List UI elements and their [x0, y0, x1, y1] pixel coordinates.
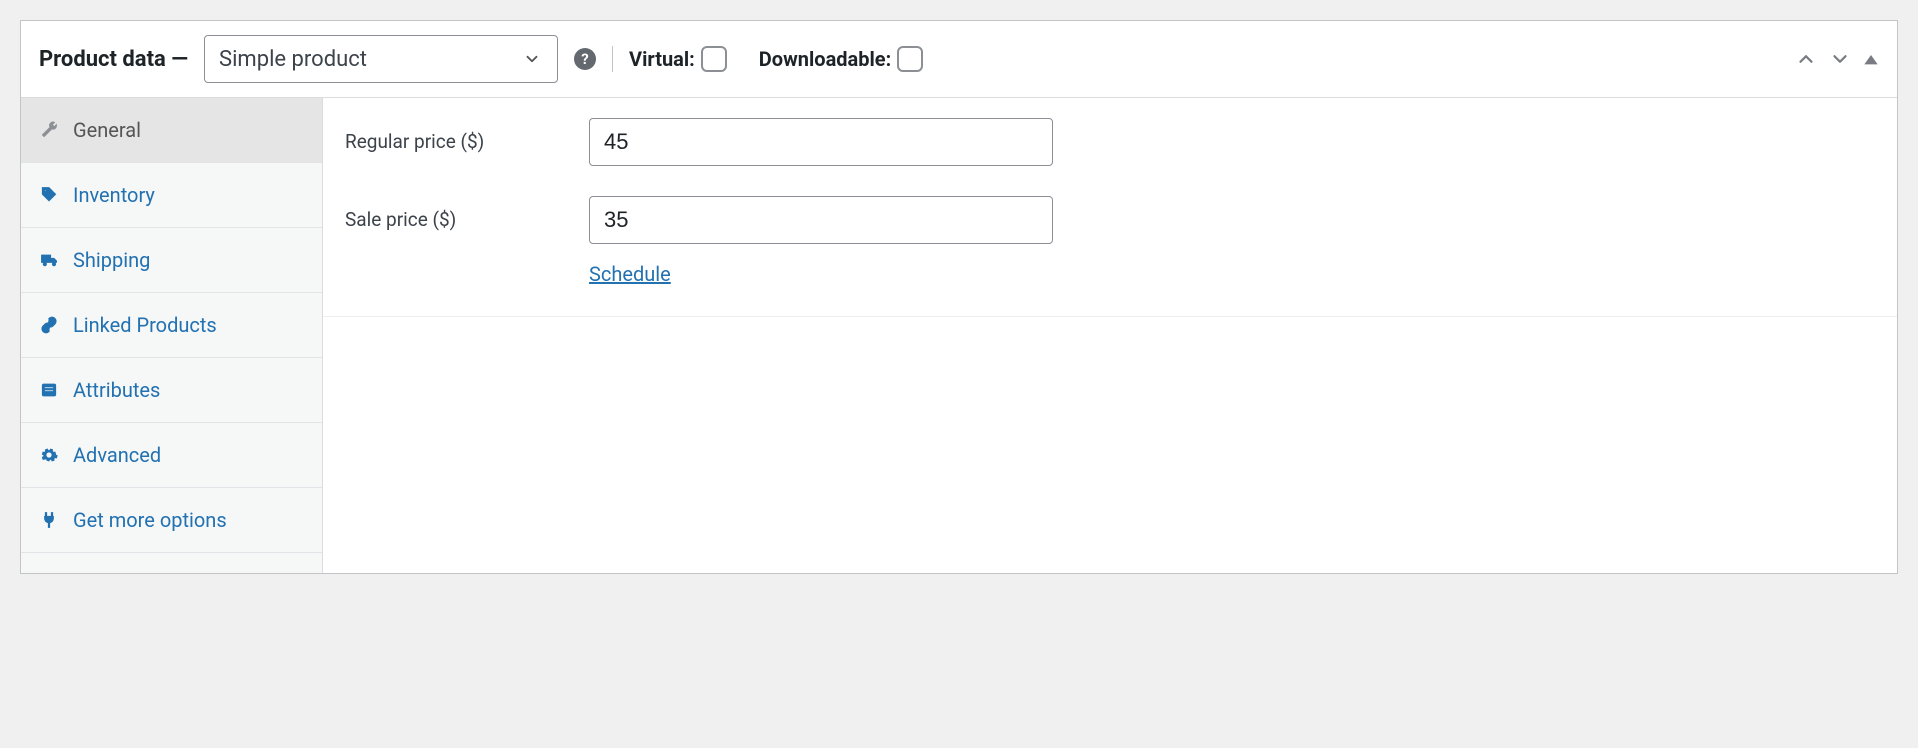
tab-attributes[interactable]: Attributes — [21, 358, 322, 423]
tab-label: Linked Products — [73, 313, 217, 337]
chevron-down-icon — [507, 50, 557, 68]
panel-body: General Inventory Shipping Linked Produc… — [21, 98, 1897, 573]
tab-label: Inventory — [73, 183, 155, 207]
tag-icon — [39, 186, 59, 204]
tab-advanced[interactable]: Advanced — [21, 423, 322, 488]
product-data-tabs: General Inventory Shipping Linked Produc… — [21, 98, 323, 573]
regular-price-label: Regular price ($) — [345, 118, 589, 153]
downloadable-checkbox[interactable] — [897, 46, 923, 72]
tab-shipping[interactable]: Shipping — [21, 228, 322, 293]
tab-label: Attributes — [73, 378, 160, 402]
virtual-checkbox[interactable] — [701, 46, 727, 72]
tab-get-more-options[interactable]: Get more options — [21, 488, 322, 553]
product-data-panel: Product data — Simple product ? Virtual:… — [20, 20, 1898, 574]
schedule-link[interactable]: Schedule — [589, 262, 671, 286]
product-type-select[interactable]: Simple product — [204, 35, 558, 83]
tab-linked-products[interactable]: Linked Products — [21, 293, 322, 358]
regular-price-row: Regular price ($) — [345, 118, 1875, 166]
move-up-icon[interactable] — [1795, 48, 1817, 70]
panel-title-text: Product data — [39, 47, 166, 72]
panel-title-dash: — — [171, 47, 188, 72]
help-icon[interactable]: ? — [574, 48, 596, 70]
tab-general[interactable]: General — [21, 98, 322, 163]
list-icon — [39, 381, 59, 399]
truck-icon — [39, 250, 59, 270]
tab-label: Get more options — [73, 508, 227, 532]
regular-price-input[interactable] — [589, 118, 1053, 166]
virtual-label: Virtual: — [629, 47, 695, 71]
product-type-selected: Simple product — [205, 47, 507, 72]
general-form: Regular price ($) Sale price ($) Schedul… — [323, 98, 1897, 573]
downloadable-label: Downloadable: — [759, 47, 891, 71]
tab-label: General — [73, 118, 141, 142]
link-icon — [39, 316, 59, 334]
panel-header: Product data — Simple product ? Virtual:… — [21, 21, 1897, 98]
plug-icon — [39, 511, 59, 529]
sale-price-input[interactable] — [589, 196, 1053, 244]
wrench-icon — [39, 121, 59, 139]
tab-label: Shipping — [73, 248, 150, 272]
collapse-icon[interactable] — [1863, 51, 1879, 67]
form-separator — [323, 316, 1897, 317]
sale-price-row: Sale price ($) Schedule — [345, 196, 1875, 286]
vertical-separator — [612, 46, 613, 72]
move-down-icon[interactable] — [1829, 48, 1851, 70]
tab-inventory[interactable]: Inventory — [21, 163, 322, 228]
panel-header-actions — [1795, 48, 1879, 70]
sale-price-label: Sale price ($) — [345, 196, 589, 231]
downloadable-toggle[interactable]: Downloadable: — [759, 46, 923, 72]
gear-icon — [39, 446, 59, 464]
panel-title: Product data — — [39, 47, 188, 72]
tab-label: Advanced — [73, 443, 161, 467]
virtual-toggle[interactable]: Virtual: — [629, 46, 727, 72]
